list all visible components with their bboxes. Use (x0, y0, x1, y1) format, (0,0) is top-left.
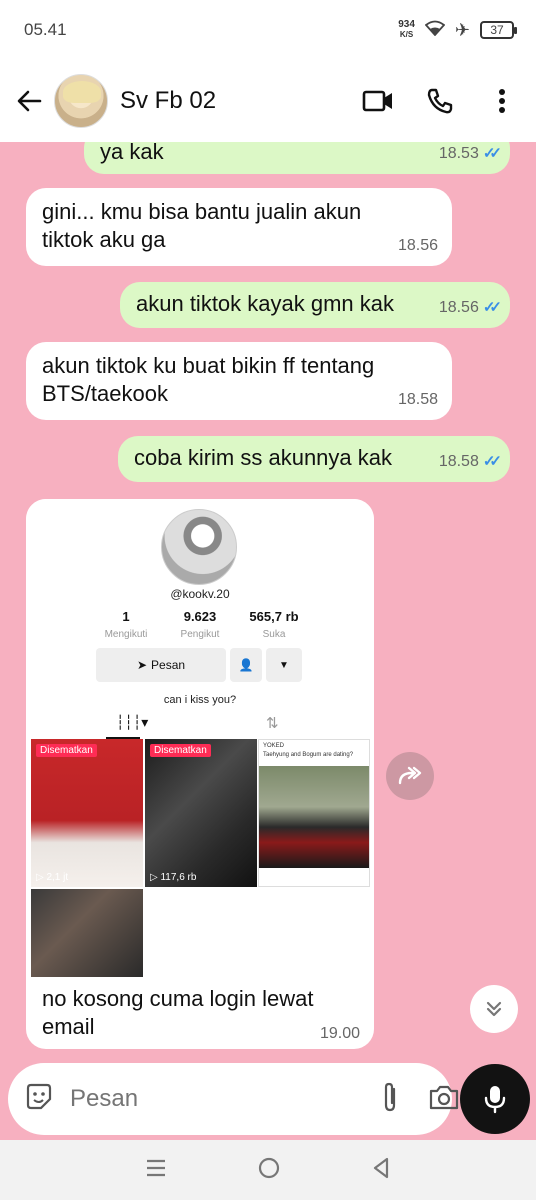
video-thumbnail: Disematkan ▷ 2,1 jt (31, 739, 143, 887)
contact-avatar[interactable] (54, 74, 108, 128)
stat-value: 1 (122, 609, 130, 624)
message-button-label: Pesan (151, 658, 186, 672)
forward-button[interactable] (386, 752, 434, 800)
view-count: ▷ 2,1 jt (36, 872, 69, 883)
stat-label: Mengikuti (104, 629, 148, 640)
wifi-icon (424, 20, 446, 41)
double-tick-icon: ✓✓ (482, 453, 502, 470)
message-outgoing[interactable]: coba kirim ss akunnya kak 18.58 ✓✓ (118, 436, 510, 482)
tiktok-profile-screenshot[interactable]: @kookv.20 1 Mengikuti 9.623 Pengikut 565… (26, 499, 374, 977)
status-time: 05.41 (24, 20, 67, 39)
message-time: 18.58 (397, 391, 438, 408)
speed-value: 934 (398, 19, 415, 30)
message-text: akun tiktok ku buat bikin ff tentang BTS… (42, 353, 375, 406)
message-outgoing[interactable]: akun tiktok kayak gmn kak 18.56 ✓✓ (120, 282, 510, 328)
microphone-button[interactable] (460, 1064, 530, 1134)
status-bar: 05.41 934 K/S ✈ 37 (0, 0, 536, 60)
video-thumbnail: Disematkan ▷ 117,6 rb (145, 739, 257, 887)
contact-name[interactable]: Sv Fb 02 (120, 87, 336, 115)
chat-header: Sv Fb 02 (0, 60, 536, 142)
battery-icon: 37 (480, 21, 517, 39)
message-composer[interactable] (8, 1063, 459, 1135)
view-count: ▷ 117,6 rb (150, 872, 197, 883)
voice-call-icon[interactable] (420, 81, 460, 121)
stat-label: Pengikut (180, 629, 220, 640)
status-icons: 934 K/S ✈ 37 (398, 19, 517, 41)
attach-icon[interactable] (380, 1081, 400, 1118)
back-arrow-icon[interactable] (14, 86, 44, 116)
tweet-image (259, 766, 369, 868)
network-speed: 934 K/S (398, 20, 415, 40)
message-time: 18.56 (438, 299, 479, 316)
recent-apps-icon[interactable] (145, 1158, 167, 1183)
message-incoming[interactable]: akun tiktok ku buat bikin ff tentang BTS… (26, 342, 452, 420)
message-text: gini... kmu bisa bantu jualin akun tikto… (42, 199, 362, 252)
stat-followers: 9.623 Pengikut (160, 609, 240, 642)
back-nav-icon[interactable] (371, 1157, 391, 1184)
message-time: 18.53 (438, 145, 479, 162)
image-caption: no kosong cuma login lewat email (42, 986, 314, 1039)
double-tick-icon: ✓✓ (482, 145, 502, 162)
repost-icon: ⇅ (266, 715, 279, 732)
stat-value: 565,7 rb (249, 609, 299, 624)
pinned-badge: Disematkan (150, 744, 211, 757)
profile-handle: @kookv.20 (170, 587, 230, 601)
add-friend-icon: 👤 (230, 648, 262, 682)
system-navigation-bar (0, 1140, 536, 1200)
message-input[interactable] (70, 1085, 380, 1113)
profile-avatar (161, 509, 237, 585)
tweet-user: YOKED (263, 743, 285, 749)
dropdown-icon: ▼ (266, 648, 302, 682)
message-text: ya kak (100, 142, 164, 164)
message-outgoing[interactable]: ya kak 18.53 ✓✓ (84, 142, 510, 174)
stat-likes: 565,7 rb Suka (234, 609, 314, 642)
grid-icon: ┆┆┆▾ (116, 714, 149, 730)
stat-label: Suka (262, 629, 286, 640)
profile-tabs: ┆┆┆▾ ⇅ (26, 709, 374, 739)
view-count: ▷ 1.028 (264, 871, 300, 882)
battery-level: 37 (490, 23, 504, 37)
message-time: 18.58 (438, 453, 479, 470)
pinned-badge: Disematkan (36, 744, 97, 757)
profile-bio: can i kiss you? (163, 694, 237, 706)
message-incoming[interactable]: gini... kmu bisa bantu jualin akun tikto… (26, 188, 452, 266)
speed-unit: K/S (399, 30, 414, 39)
message-text: akun tiktok kayak gmn kak (136, 291, 395, 316)
message-time: 19.00 (319, 1025, 360, 1042)
message-text: coba kirim ss akunnya kak (134, 445, 392, 470)
tweet-thumbnail: YOKED Taehyung and Bogum are dating? ▷ 1… (258, 739, 370, 887)
emoji-sticker-icon[interactable] (24, 1082, 54, 1117)
chat-area[interactable]: ya kak 18.53 ✓✓ gini... kmu bisa bantu ju… (0, 142, 536, 1060)
home-icon[interactable] (258, 1157, 280, 1184)
tweet-text: Taehyung and Bogum are dating? (263, 752, 354, 758)
stat-value: 9.623 (183, 609, 217, 624)
stat-following: 1 Mengikuti (86, 609, 166, 642)
message-profile-button: ➤ Pesan (96, 648, 226, 682)
video-call-icon[interactable] (358, 81, 398, 121)
image-message[interactable]: @kookv.20 1 Mengikuti 9.623 Pengikut 565… (26, 499, 374, 1049)
send-icon: ➤ (136, 658, 148, 672)
video-thumbnail (31, 889, 143, 977)
message-time: 18.56 (397, 237, 438, 254)
airplane-mode-icon: ✈ (454, 19, 470, 40)
scroll-down-button[interactable] (470, 985, 518, 1033)
double-tick-icon: ✓✓ (482, 299, 502, 316)
more-options-icon[interactable] (482, 81, 522, 121)
camera-icon[interactable] (428, 1083, 460, 1116)
